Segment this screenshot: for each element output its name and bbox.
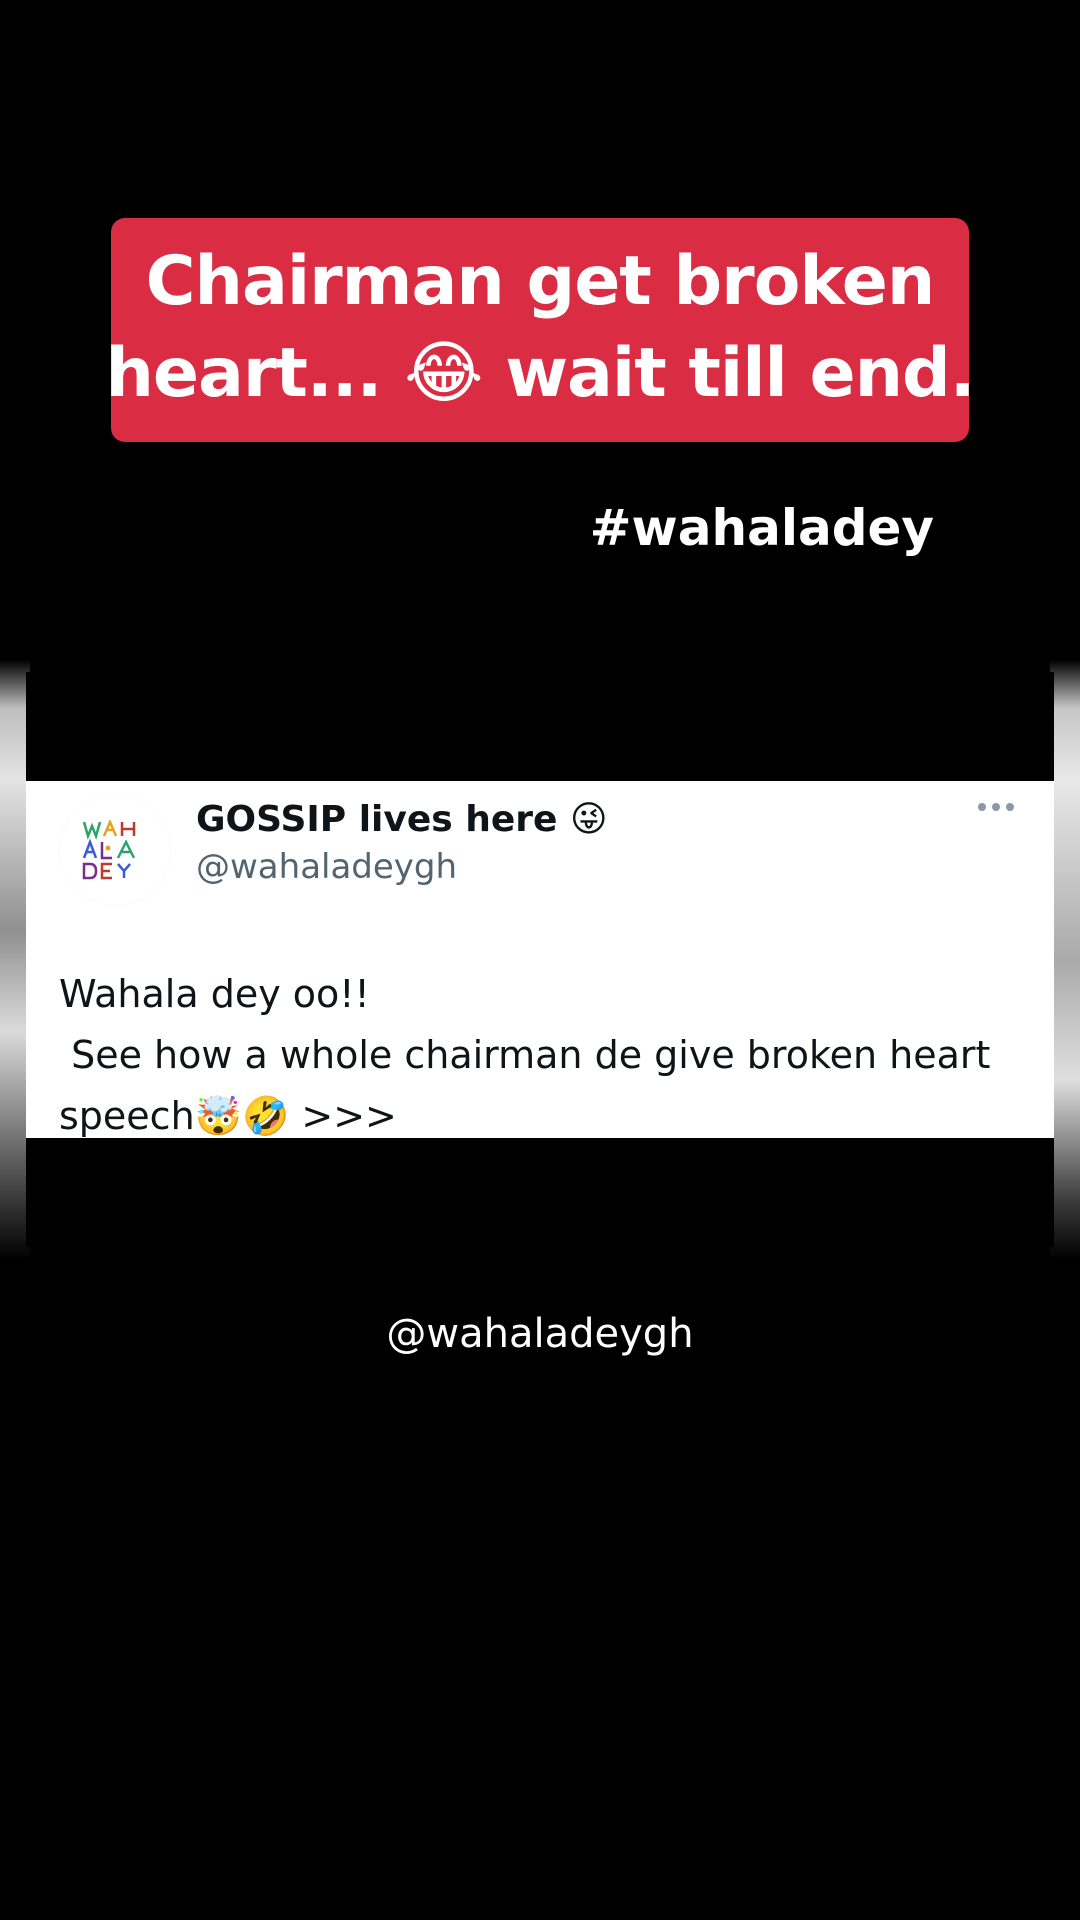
- tweet-text: Wahala dey oo!! See how a whole chairman…: [59, 972, 991, 1138]
- dot: [1006, 803, 1014, 811]
- video-edge-right: [1050, 660, 1080, 1260]
- caption-banner: Chairman get broken heart... 😂 wait till…: [105, 218, 976, 442]
- dot: [978, 803, 986, 811]
- tweet-card: GOSSIP lives here 😜 @wahaladeygh Wahala …: [26, 781, 1054, 1138]
- watermark-handle: @wahaladeygh: [386, 1311, 694, 1357]
- user-handle[interactable]: @wahaladeygh: [196, 845, 457, 889]
- wahaladey-logo-icon[interactable]: [60, 795, 170, 905]
- hashtag-text[interactable]: #wahaladey: [590, 497, 934, 559]
- caption-line-1: Chairman get broken: [145, 242, 936, 321]
- display-name[interactable]: GOSSIP lives here 😜: [196, 797, 608, 843]
- dot: [992, 803, 1000, 811]
- wahaladey-logo-graphic: [82, 820, 136, 880]
- caption-line-2: heart... 😂 wait till end.: [105, 334, 975, 413]
- more-options-icon[interactable]: [978, 803, 1014, 811]
